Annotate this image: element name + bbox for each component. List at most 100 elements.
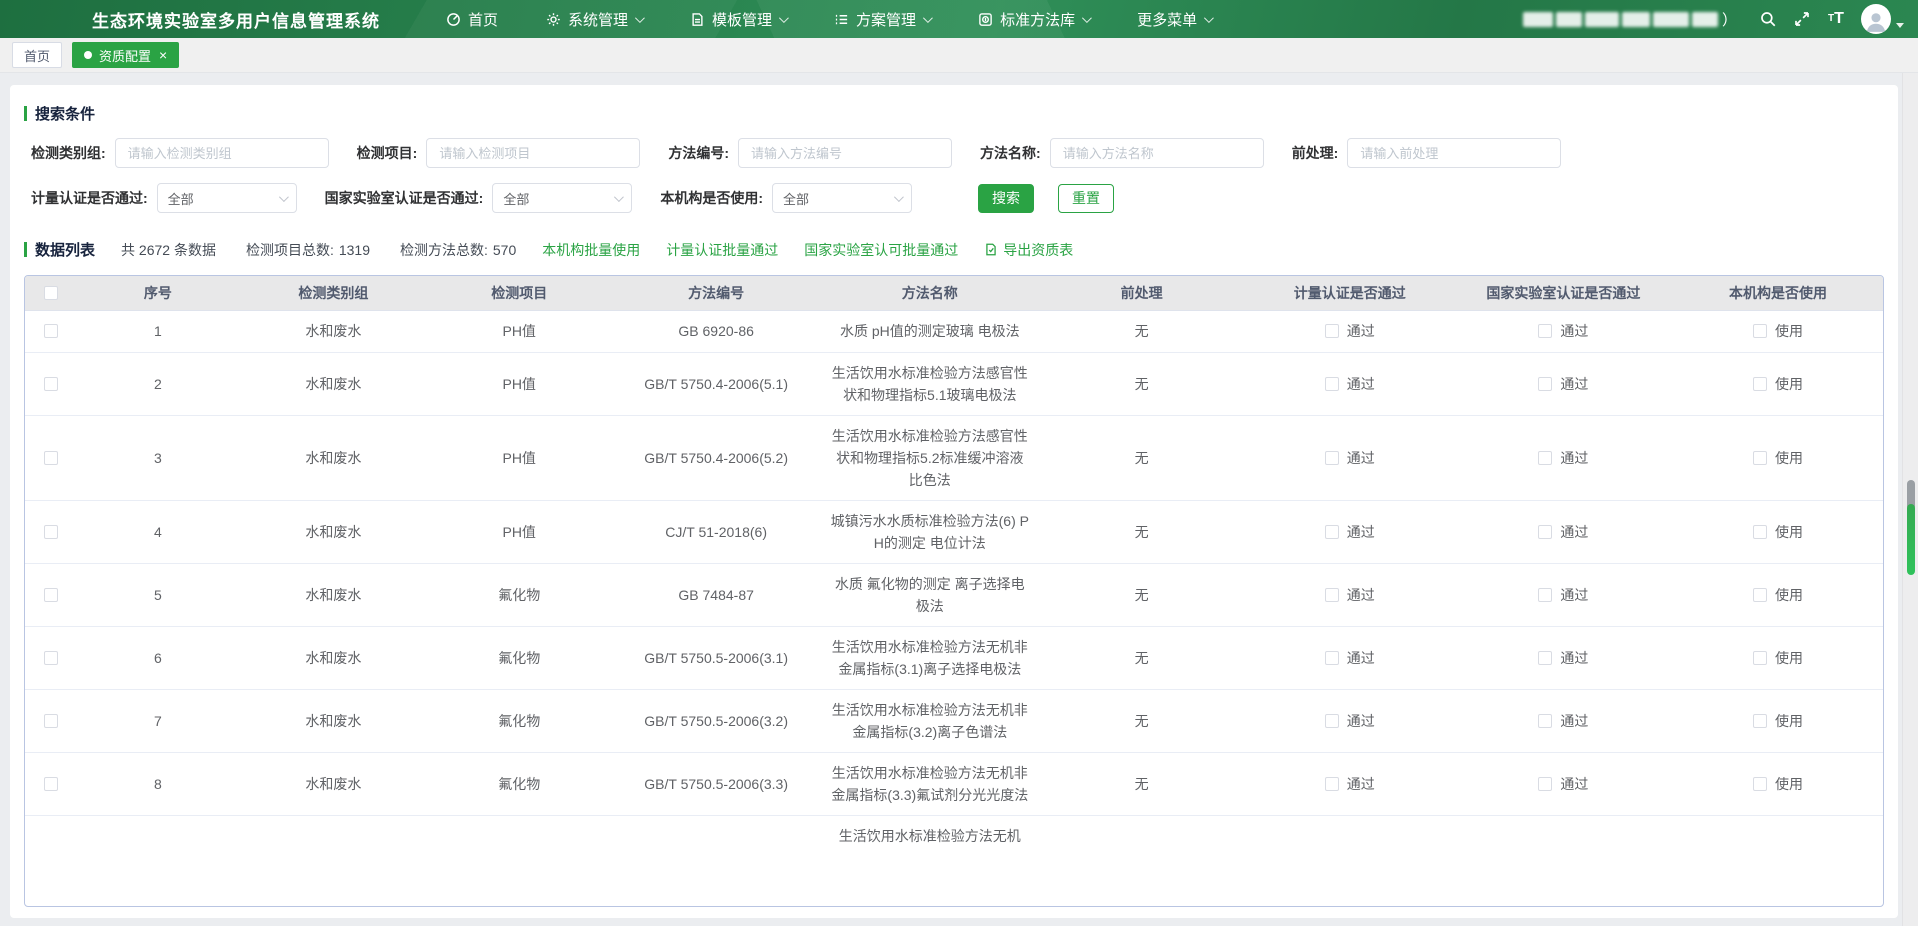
- select-value: 全部: [783, 189, 809, 208]
- chevron-down-icon: [779, 13, 789, 23]
- column-header: 国家实验室认证是否通过: [1454, 276, 1673, 310]
- row-checkbox[interactable]: [44, 651, 58, 665]
- metrology-pass-cell: 通过: [1246, 415, 1454, 500]
- section-accent-bar: [24, 106, 27, 121]
- menu-item-template[interactable]: 模板管理: [666, 0, 810, 38]
- row-checkbox[interactable]: [44, 588, 58, 602]
- metrology-pass-checkbox[interactable]: [1325, 324, 1339, 338]
- table-row: 1 水和废水 PH值 GB 6920-86 水质 pH值的测定玻璃 电极法 无 …: [25, 310, 1883, 352]
- national-pass-cell: 通过: [1454, 626, 1673, 689]
- category-group-cell: 水和废水: [239, 310, 429, 352]
- user-menu[interactable]: [1861, 4, 1904, 34]
- export-qualification-link[interactable]: 导出资质表: [984, 240, 1073, 260]
- font-size-icon[interactable]: TT: [1819, 0, 1853, 38]
- metrology-pass-checkbox[interactable]: [1325, 451, 1339, 465]
- chevron-down-icon: [1204, 13, 1214, 23]
- close-icon[interactable]: ×: [159, 48, 167, 62]
- checkbox-label: 通过: [1347, 713, 1375, 729]
- scrollbar-thumb-green[interactable]: [1907, 504, 1915, 575]
- pretreatment-cell: 无: [1038, 352, 1246, 415]
- org-use-checkbox[interactable]: [1753, 525, 1767, 539]
- national-pass-checkbox[interactable]: [1538, 714, 1552, 728]
- select-all-checkbox[interactable]: [44, 286, 58, 300]
- method-name-input[interactable]: [1050, 138, 1264, 168]
- metrology-pass-checkbox[interactable]: [1325, 588, 1339, 602]
- national-pass-checkbox[interactable]: [1538, 377, 1552, 391]
- row-checkbox[interactable]: [44, 377, 58, 391]
- row-select-cell: [25, 563, 77, 626]
- stat-value: 1319: [339, 242, 370, 258]
- national-pass-checkbox[interactable]: [1538, 324, 1552, 338]
- tab-home[interactable]: 首页: [12, 42, 62, 68]
- menu-item-home[interactable]: 首页: [422, 0, 522, 38]
- row-checkbox[interactable]: [44, 714, 58, 728]
- org-use-checkbox[interactable]: [1753, 451, 1767, 465]
- tab-qualification-config[interactable]: 资质配置 ×: [72, 42, 179, 68]
- org-use-cell: 使用: [1673, 626, 1883, 689]
- batch-metrology-pass-link[interactable]: 计量认证批量通过: [666, 240, 778, 260]
- vertical-scrollbar[interactable]: [1902, 73, 1918, 926]
- select-value: 全部: [168, 189, 194, 208]
- national-pass-cell: 通过: [1454, 352, 1673, 415]
- metrology-pass-checkbox[interactable]: [1325, 714, 1339, 728]
- national-lab-cert-select[interactable]: 全部: [492, 183, 632, 213]
- test-category-group-input[interactable]: [115, 138, 329, 168]
- checkbox-label: 通过: [1347, 650, 1375, 666]
- org-use-checkbox[interactable]: [1753, 651, 1767, 665]
- chevron-down-icon: [279, 192, 289, 202]
- metrology-pass-cell: 通过: [1246, 563, 1454, 626]
- datalist-header: 数据列表 共 2672 条数据 检测项目总数:1319 检测方法总数:570 本…: [24, 239, 1884, 260]
- national-pass-checkbox[interactable]: [1538, 451, 1552, 465]
- row-checkbox[interactable]: [44, 324, 58, 338]
- test-item-input[interactable]: [426, 138, 640, 168]
- menu-item-plan[interactable]: 方案管理: [810, 0, 954, 38]
- row-select-cell: [25, 689, 77, 752]
- org-use-checkbox[interactable]: [1753, 588, 1767, 602]
- metrology-pass-checkbox[interactable]: [1325, 777, 1339, 791]
- method-name-cell: 生活饮用水标准检验方法无机非金属指标(3.2)离子色谱法: [822, 689, 1038, 752]
- org-use-checkbox[interactable]: [1753, 324, 1767, 338]
- menu-item-more[interactable]: 更多菜单: [1113, 0, 1235, 38]
- batch-national-pass-link[interactable]: 国家实验室认可批量通过: [804, 240, 958, 260]
- national-pass-checkbox[interactable]: [1538, 525, 1552, 539]
- national-pass-cell: 通过: [1454, 689, 1673, 752]
- menu-item-standard-library[interactable]: 标准方法库: [954, 0, 1113, 38]
- org-use-checkbox[interactable]: [1753, 714, 1767, 728]
- search-icon[interactable]: [1751, 0, 1785, 38]
- stat-test-methods: 检测方法总数:570: [400, 240, 516, 260]
- metrology-pass-checkbox[interactable]: [1325, 525, 1339, 539]
- national-pass-checkbox[interactable]: [1538, 651, 1552, 665]
- metrology-cert-select[interactable]: 全部: [157, 183, 297, 213]
- row-checkbox[interactable]: [44, 451, 58, 465]
- index-cell: 3: [77, 415, 239, 500]
- checkbox-label: 通过: [1347, 776, 1375, 792]
- checkbox-label: 使用: [1775, 587, 1803, 603]
- table-row-partial: 生活饮用水标准检验方法无机: [25, 815, 1883, 857]
- reset-button[interactable]: 重置: [1058, 184, 1114, 213]
- export-label: 导出资质表: [1003, 240, 1073, 260]
- national-pass-checkbox[interactable]: [1538, 777, 1552, 791]
- row-checkbox[interactable]: [44, 525, 58, 539]
- org-use-select[interactable]: 全部: [772, 183, 912, 213]
- category-group-cell: 水和废水: [239, 415, 429, 500]
- metrology-pass-checkbox[interactable]: [1325, 377, 1339, 391]
- metrology-pass-checkbox[interactable]: [1325, 651, 1339, 665]
- org-use-checkbox[interactable]: [1753, 777, 1767, 791]
- menu-item-system[interactable]: 系统管理: [522, 0, 666, 38]
- pretreatment-input[interactable]: [1347, 138, 1561, 168]
- checkbox-label: 通过: [1560, 713, 1588, 729]
- method-name-cell: 生活饮用水标准检验方法无机非金属指标(3.3)氟试剂分光光度法: [822, 752, 1038, 815]
- search-button[interactable]: 搜索: [978, 184, 1034, 213]
- org-use-checkbox[interactable]: [1753, 377, 1767, 391]
- pretreatment-cell: 无: [1038, 310, 1246, 352]
- batch-use-link[interactable]: 本机构批量使用: [542, 240, 640, 260]
- menu-label: 更多菜单: [1137, 9, 1197, 30]
- checkbox-label: 使用: [1775, 323, 1803, 339]
- national-pass-checkbox[interactable]: [1538, 588, 1552, 602]
- row-checkbox[interactable]: [44, 777, 58, 791]
- table-body: 1 水和废水 PH值 GB 6920-86 水质 pH值的测定玻璃 电极法 无 …: [25, 310, 1883, 815]
- search-section-header: 搜索条件: [24, 103, 1884, 124]
- fullscreen-icon[interactable]: [1785, 0, 1819, 38]
- test-item-cell: PH值: [428, 500, 610, 563]
- method-code-input[interactable]: [738, 138, 952, 168]
